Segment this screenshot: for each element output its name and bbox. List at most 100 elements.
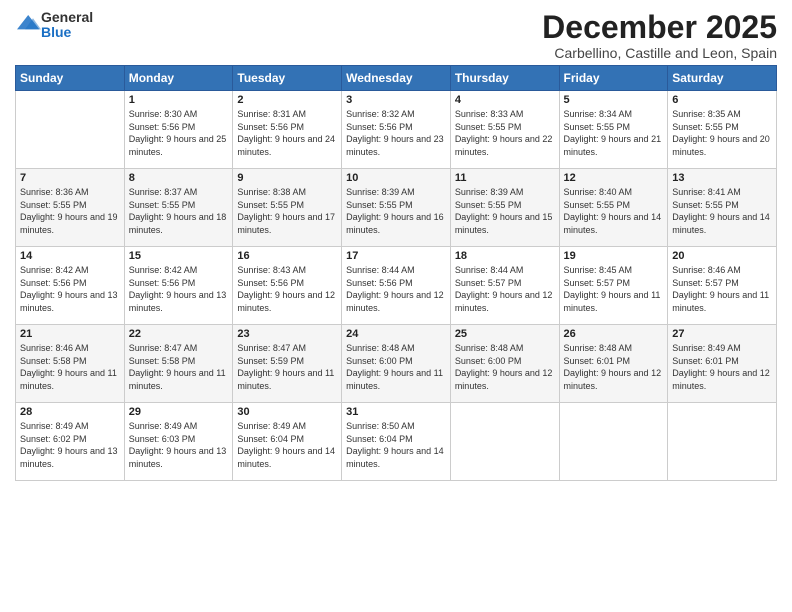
day-number: 3	[346, 94, 446, 106]
day-number: 10	[346, 172, 446, 184]
logo: General Blue	[15, 10, 93, 41]
day-number: 28	[20, 406, 120, 418]
header-day-sunday: Sunday	[16, 66, 125, 91]
calendar-cell: 4Sunrise: 8:33 AMSunset: 5:55 PMDaylight…	[450, 91, 559, 169]
calendar-cell: 2 Sunrise: 8:31 AMSunset: 5:56 PMDaylight…	[233, 91, 342, 169]
day-info: Sunrise: 8:31 AMSunset: 5:56 PMDaylight:…	[237, 108, 337, 158]
page-container: General Blue December 2025 Carbellino, C…	[0, 0, 792, 491]
day-info: Sunrise: 8:46 AMSunset: 5:57 PMDaylight:…	[672, 264, 772, 314]
day-info: Sunrise: 8:49 AMSunset: 6:02 PMDaylight:…	[20, 420, 120, 470]
calendar-week-2: 7 Sunrise: 8:36 AMSunset: 5:55 PMDaylight…	[16, 169, 777, 247]
day-info: Sunrise: 8:42 AMSunset: 5:56 PMDaylight:…	[20, 264, 120, 314]
day-number: 2	[237, 94, 337, 106]
month-title: December 2025	[542, 10, 777, 45]
title-block: December 2025 Carbellino, Castille and L…	[542, 10, 777, 61]
day-number: 16	[237, 250, 337, 262]
day-info: Sunrise: 8:30 AMSunset: 5:56 PMDaylight:…	[129, 108, 229, 158]
calendar-cell: 1 Sunrise: 8:30 AMSunset: 5:56 PMDaylight…	[124, 91, 233, 169]
day-number: 4	[455, 94, 555, 106]
day-number: 12	[564, 172, 664, 184]
calendar-week-5: 28 Sunrise: 8:49 AMSunset: 6:02 PMDayligh…	[16, 403, 777, 481]
calendar-cell: 10 Sunrise: 8:39 AMSunset: 5:55 PMDayligh…	[342, 169, 451, 247]
calendar-cell: 15 Sunrise: 8:42 AMSunset: 5:56 PMDayligh…	[124, 247, 233, 325]
day-info: Sunrise: 8:49 AMSunset: 6:04 PMDaylight:…	[237, 420, 337, 470]
day-number: 23	[237, 328, 337, 340]
day-info: Sunrise: 8:36 AMSunset: 5:55 PMDaylight:…	[20, 186, 120, 236]
header-day-tuesday: Tuesday	[233, 66, 342, 91]
day-number: 31	[346, 406, 446, 418]
day-number: 20	[672, 250, 772, 262]
day-number: 8	[129, 172, 229, 184]
day-number: 14	[20, 250, 120, 262]
day-number: 27	[672, 328, 772, 340]
calendar-cell: 9Sunrise: 8:38 AMSunset: 5:55 PMDaylight…	[233, 169, 342, 247]
day-info: Sunrise: 8:41 AMSunset: 5:55 PMDaylight:…	[672, 186, 772, 236]
day-info: Sunrise: 8:44 AMSunset: 5:57 PMDaylight:…	[455, 264, 555, 314]
logo-icon	[17, 13, 41, 33]
calendar-week-3: 14 Sunrise: 8:42 AMSunset: 5:56 PMDayligh…	[16, 247, 777, 325]
day-info: Sunrise: 8:42 AMSunset: 5:56 PMDaylight:…	[129, 264, 229, 314]
header-day-friday: Friday	[559, 66, 668, 91]
calendar-cell: 28 Sunrise: 8:49 AMSunset: 6:02 PMDayligh…	[16, 403, 125, 481]
day-number: 24	[346, 328, 446, 340]
day-number: 7	[20, 172, 120, 184]
day-number: 6	[672, 94, 772, 106]
day-number: 1	[129, 94, 229, 106]
day-number: 15	[129, 250, 229, 262]
day-number: 30	[237, 406, 337, 418]
day-info: Sunrise: 8:38 AMSunset: 5:55 PMDaylight:…	[237, 186, 337, 236]
calendar-cell: 30 Sunrise: 8:49 AMSunset: 6:04 PMDayligh…	[233, 403, 342, 481]
day-number: 5	[564, 94, 664, 106]
day-info: Sunrise: 8:49 AMSunset: 6:03 PMDaylight:…	[129, 420, 229, 470]
day-info: Sunrise: 8:39 AMSunset: 5:55 PMDaylight:…	[455, 186, 555, 236]
calendar-table: SundayMondayTuesdayWednesdayThursdayFrid…	[15, 65, 777, 481]
day-info: Sunrise: 8:48 AMSunset: 6:00 PMDaylight:…	[346, 342, 446, 392]
calendar-cell: 8 Sunrise: 8:37 AMSunset: 5:55 PMDaylight…	[124, 169, 233, 247]
calendar-cell: 13 Sunrise: 8:41 AMSunset: 5:55 PMDayligh…	[668, 169, 777, 247]
day-info: Sunrise: 8:39 AMSunset: 5:55 PMDaylight:…	[346, 186, 446, 236]
calendar-cell: 31 Sunrise: 8:50 AMSunset: 6:04 PMDayligh…	[342, 403, 451, 481]
logo-blue-text: Blue	[41, 24, 71, 40]
day-info: Sunrise: 8:50 AMSunset: 6:04 PMDaylight:…	[346, 420, 446, 470]
day-number: 21	[20, 328, 120, 340]
calendar-cell: 24 Sunrise: 8:48 AMSunset: 6:00 PMDayligh…	[342, 325, 451, 403]
calendar-cell: 6 Sunrise: 8:35 AMSunset: 5:55 PMDaylight…	[668, 91, 777, 169]
header-day-saturday: Saturday	[668, 66, 777, 91]
calendar-cell: 21 Sunrise: 8:46 AMSunset: 5:58 PMDayligh…	[16, 325, 125, 403]
day-number: 22	[129, 328, 229, 340]
day-info: Sunrise: 8:46 AMSunset: 5:58 PMDaylight:…	[20, 342, 120, 392]
day-info: Sunrise: 8:48 AMSunset: 6:00 PMDaylight:…	[455, 342, 555, 392]
day-info: Sunrise: 8:49 AMSunset: 6:01 PMDaylight:…	[672, 342, 772, 392]
calendar-cell	[16, 91, 125, 169]
day-info: Sunrise: 8:48 AMSunset: 6:01 PMDaylight:…	[564, 342, 664, 392]
calendar-cell: 27 Sunrise: 8:49 AMSunset: 6:01 PMDayligh…	[668, 325, 777, 403]
calendar-cell: 11 Sunrise: 8:39 AMSunset: 5:55 PMDayligh…	[450, 169, 559, 247]
header-day-wednesday: Wednesday	[342, 66, 451, 91]
day-info: Sunrise: 8:44 AMSunset: 5:56 PMDaylight:…	[346, 264, 446, 314]
calendar-cell: 12Sunrise: 8:40 AMSunset: 5:55 PMDayligh…	[559, 169, 668, 247]
day-number: 18	[455, 250, 555, 262]
day-info: Sunrise: 8:35 AMSunset: 5:55 PMDaylight:…	[672, 108, 772, 158]
calendar-week-4: 21 Sunrise: 8:46 AMSunset: 5:58 PMDayligh…	[16, 325, 777, 403]
day-number: 13	[672, 172, 772, 184]
calendar-cell: 19 Sunrise: 8:45 AMSunset: 5:57 PMDayligh…	[559, 247, 668, 325]
calendar-cell: 7 Sunrise: 8:36 AMSunset: 5:55 PMDaylight…	[16, 169, 125, 247]
calendar-cell: 29Sunrise: 8:49 AMSunset: 6:03 PMDayligh…	[124, 403, 233, 481]
calendar-cell: 23 Sunrise: 8:47 AMSunset: 5:59 PMDayligh…	[233, 325, 342, 403]
day-info: Sunrise: 8:47 AMSunset: 5:59 PMDaylight:…	[237, 342, 337, 392]
header-day-monday: Monday	[124, 66, 233, 91]
day-info: Sunrise: 8:34 AMSunset: 5:55 PMDaylight:…	[564, 108, 664, 158]
day-info: Sunrise: 8:37 AMSunset: 5:55 PMDaylight:…	[129, 186, 229, 236]
calendar-cell: 14 Sunrise: 8:42 AMSunset: 5:56 PMDayligh…	[16, 247, 125, 325]
day-info: Sunrise: 8:32 AMSunset: 5:56 PMDaylight:…	[346, 108, 446, 158]
calendar-cell: 25Sunrise: 8:48 AMSunset: 6:00 PMDayligh…	[450, 325, 559, 403]
day-info: Sunrise: 8:45 AMSunset: 5:57 PMDaylight:…	[564, 264, 664, 314]
calendar-cell: 22 Sunrise: 8:47 AMSunset: 5:58 PMDayligh…	[124, 325, 233, 403]
header: General Blue December 2025 Carbellino, C…	[15, 10, 777, 61]
logo-general-text: General	[41, 9, 93, 25]
calendar-cell: 18 Sunrise: 8:44 AMSunset: 5:57 PMDayligh…	[450, 247, 559, 325]
day-info: Sunrise: 8:47 AMSunset: 5:58 PMDaylight:…	[129, 342, 229, 392]
day-number: 19	[564, 250, 664, 262]
day-info: Sunrise: 8:43 AMSunset: 5:56 PMDaylight:…	[237, 264, 337, 314]
day-number: 11	[455, 172, 555, 184]
